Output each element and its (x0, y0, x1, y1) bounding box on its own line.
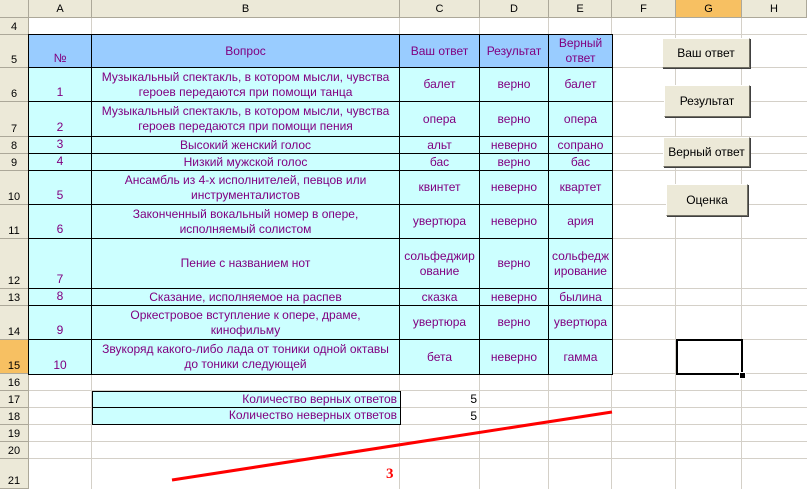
annotation-label: 3 (386, 466, 394, 482)
annotation-line (171, 410, 613, 482)
